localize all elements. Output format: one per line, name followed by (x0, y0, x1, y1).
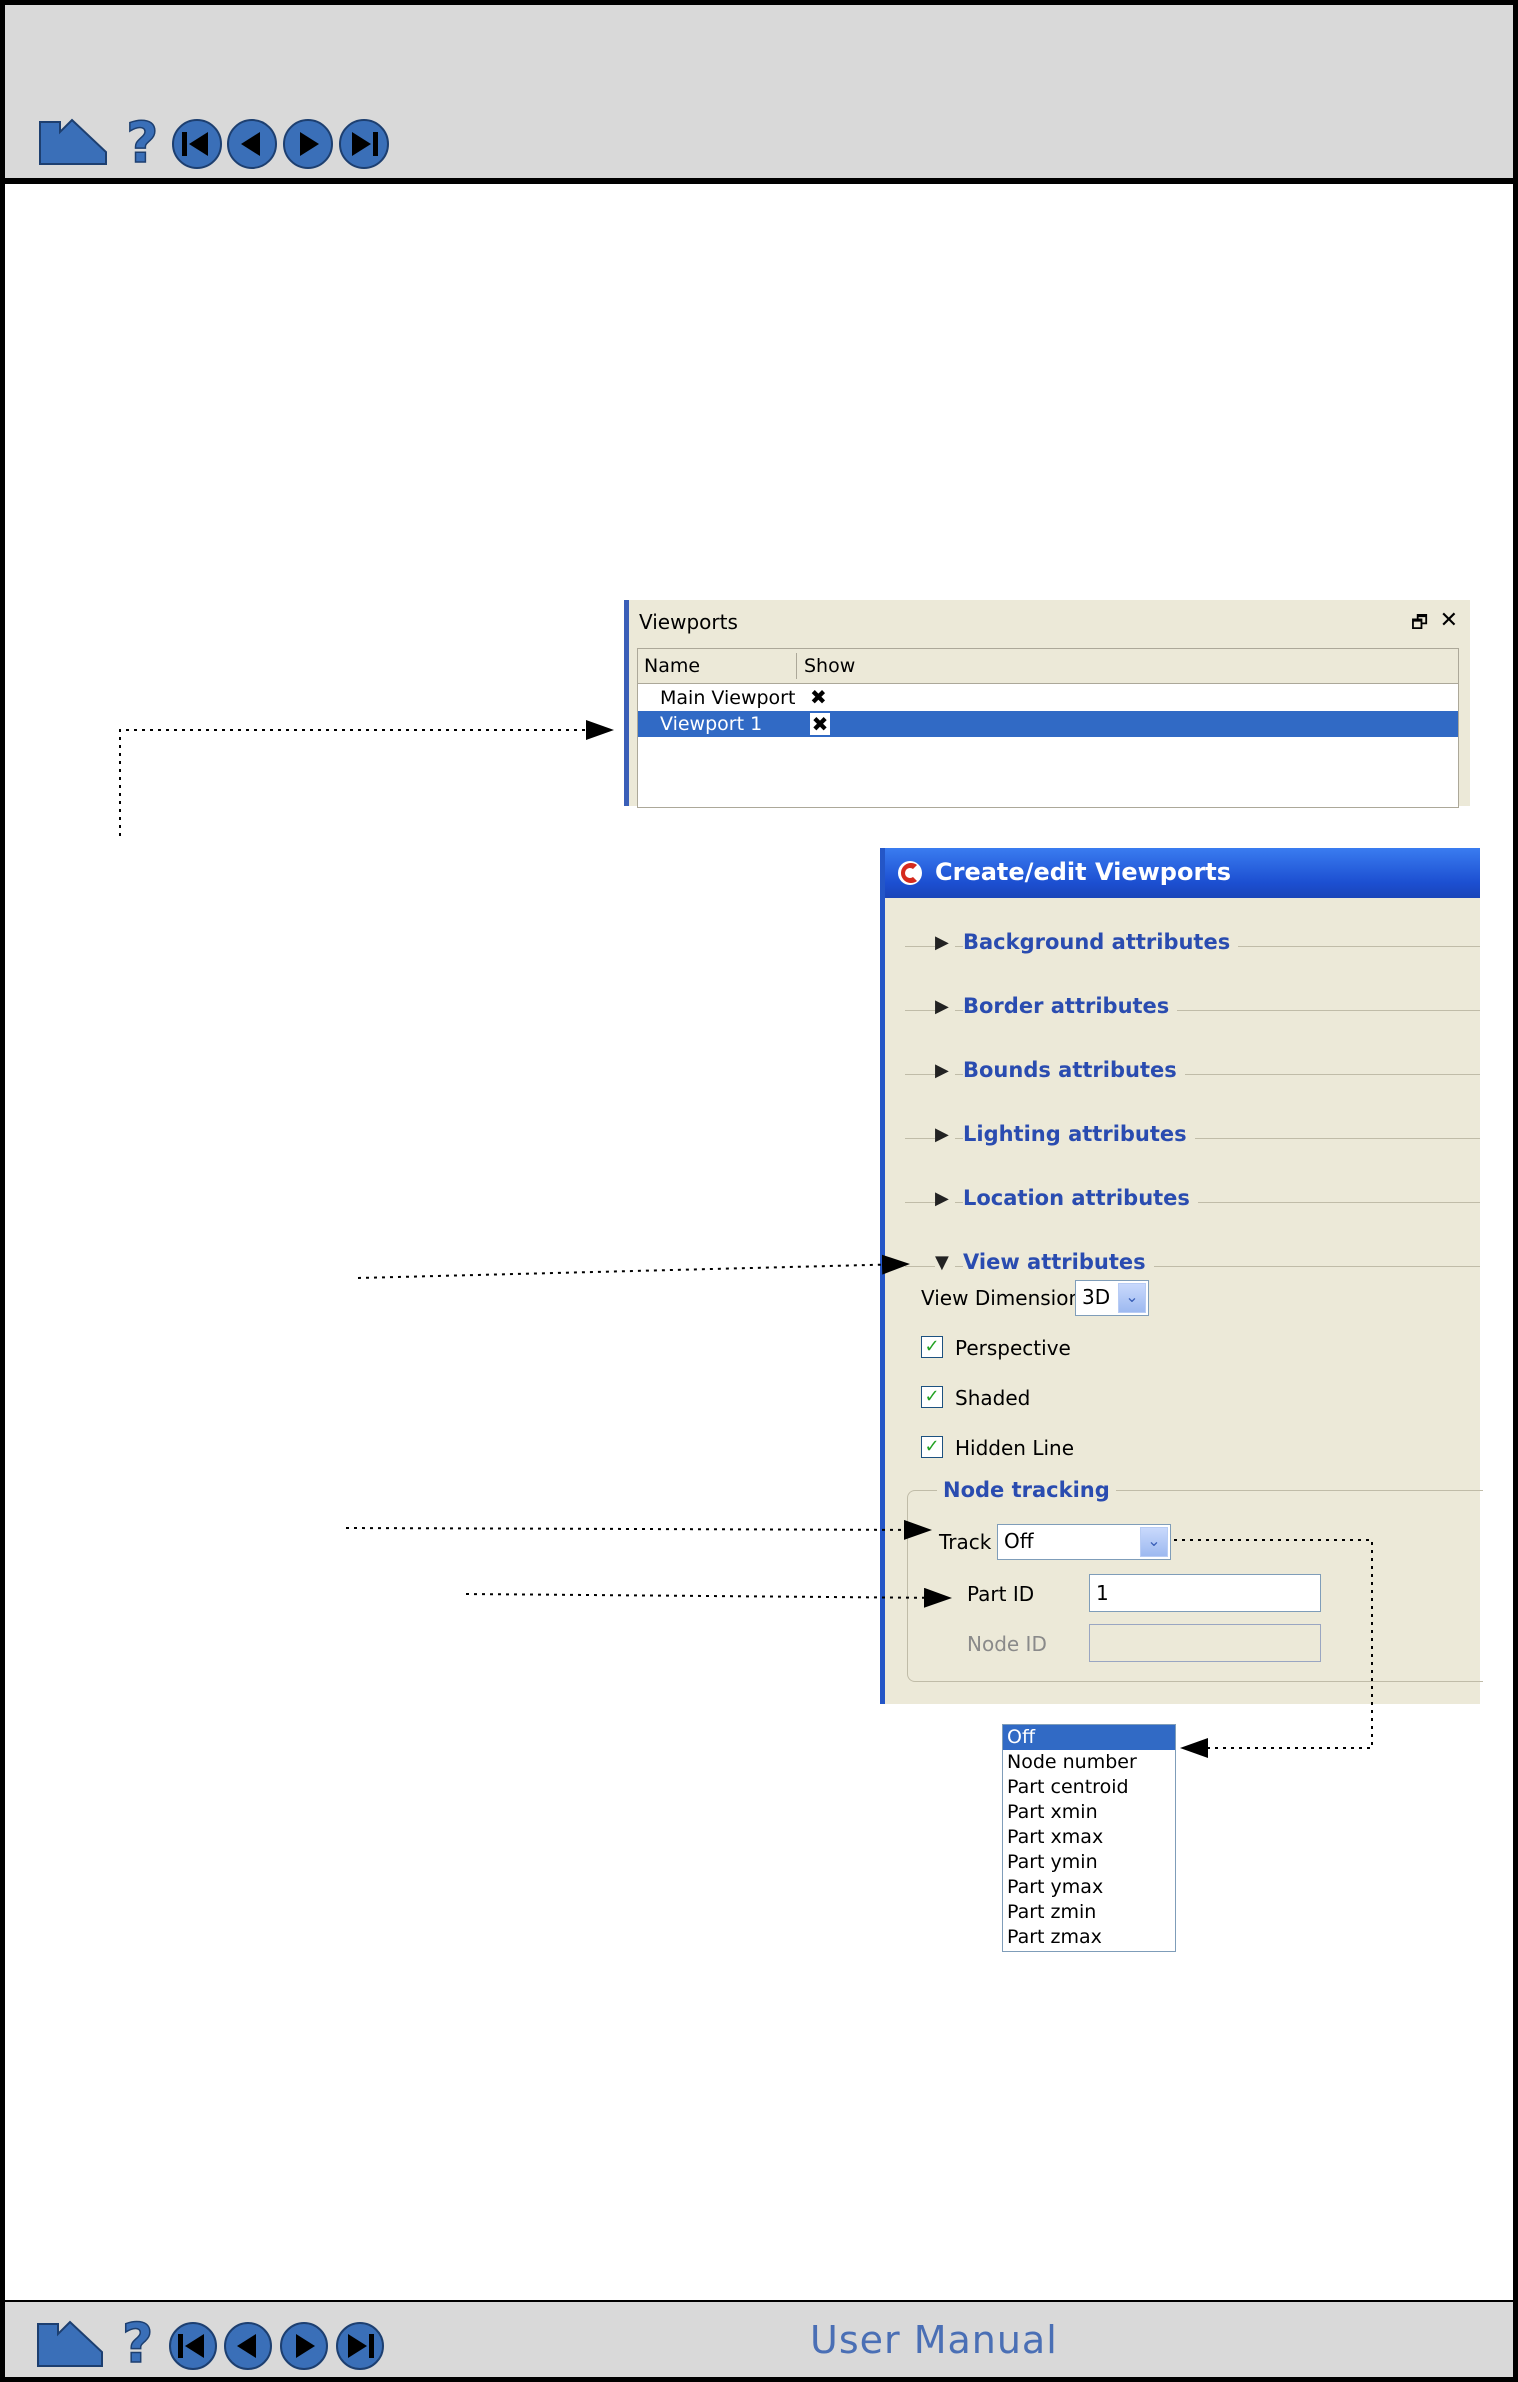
callout-arrows (119, 720, 1373, 1758)
arrow-to-track-options (1174, 1539, 1373, 1758)
arrow-to-track (345, 1519, 932, 1540)
arrow-to-part-id (465, 1587, 952, 1608)
arrow-to-view-attributes (357, 1254, 910, 1279)
arrow-to-viewport-row (119, 720, 614, 836)
